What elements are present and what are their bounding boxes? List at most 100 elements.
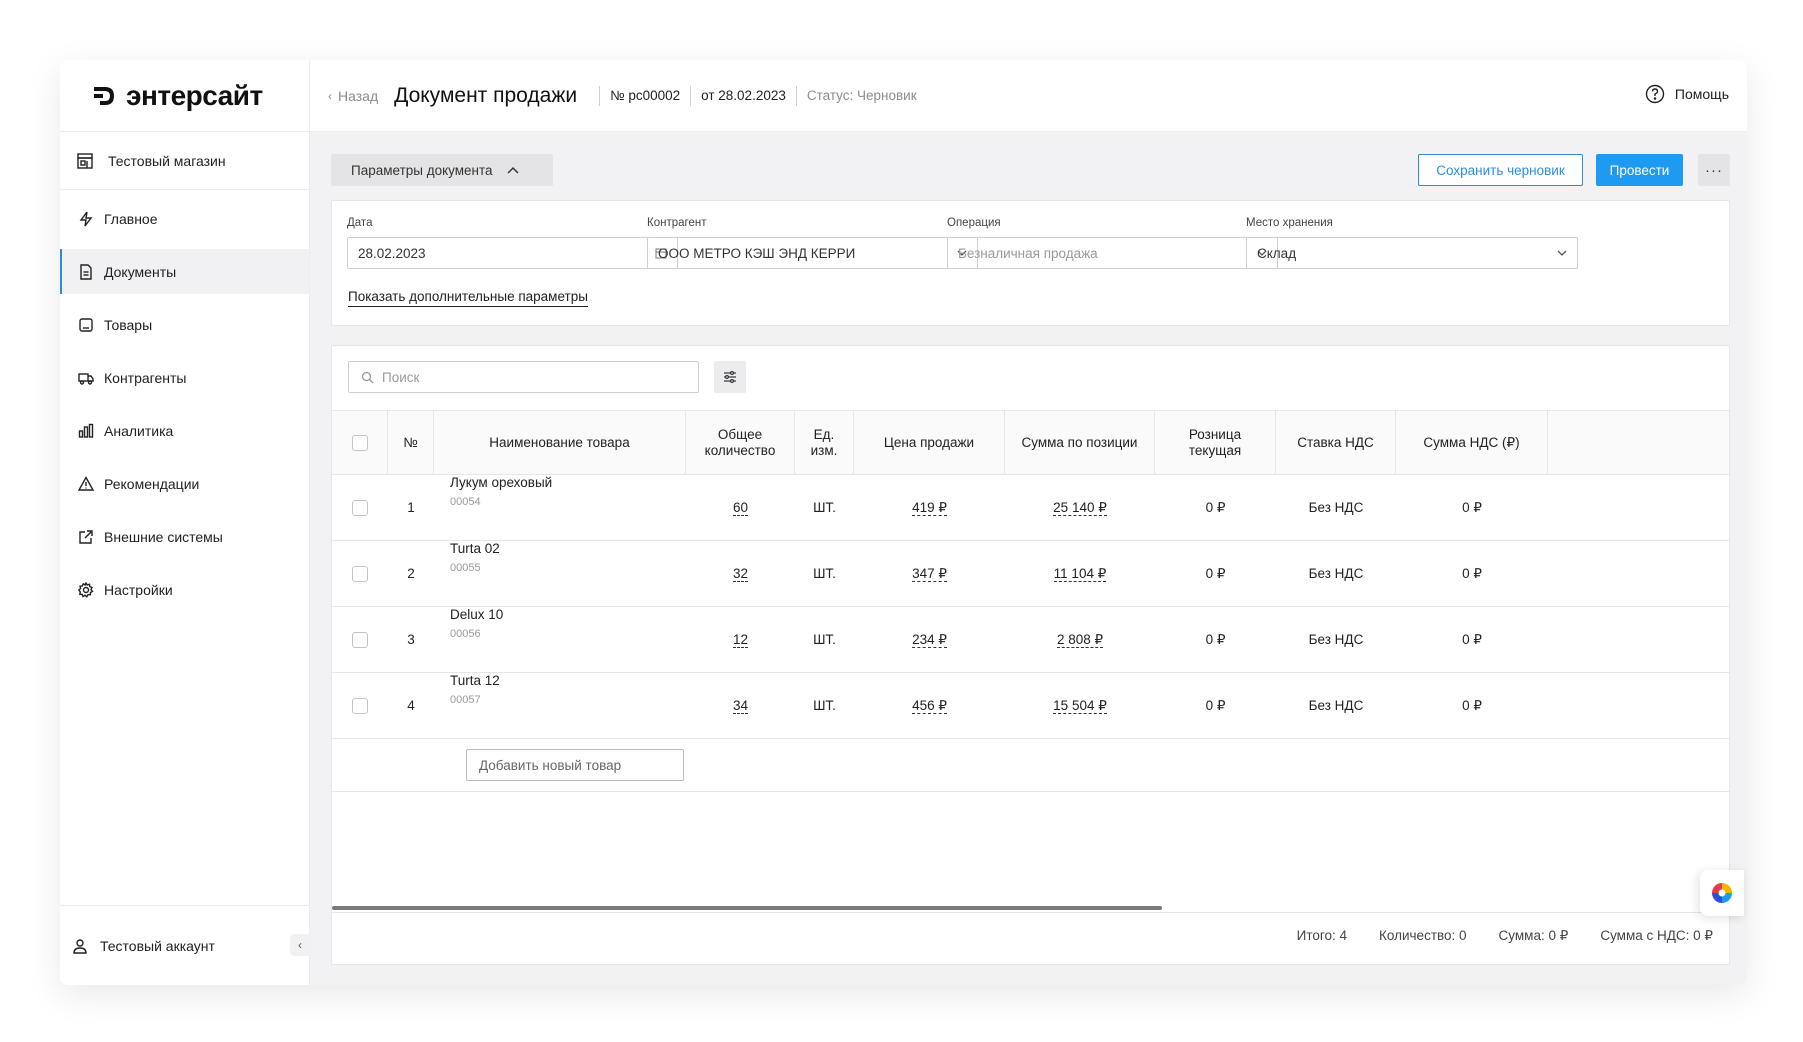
sidebar-item-settings[interactable]: Настройки [60, 567, 309, 612]
sidebar-item-label: Главное [104, 210, 158, 227]
row-sum-cell: 11 104 ₽ [1005, 541, 1155, 606]
column-header-unit: Ед. изм. [795, 411, 854, 474]
row-checkbox[interactable] [352, 697, 368, 714]
table-row[interactable]: 2 Turta 02 00055 32 ШТ. 347 ₽ 11 104 ₽ 0… [332, 541, 1729, 607]
search-input[interactable]: Поиск [348, 361, 699, 393]
post-button[interactable]: Провести [1596, 154, 1683, 186]
product-name: Delux 10 [450, 607, 504, 622]
price-value[interactable]: 234 ₽ [912, 632, 947, 648]
date-label: Дата [347, 217, 373, 229]
sidebar-item-counterparties[interactable]: Контрагенты [60, 355, 309, 400]
row-price-cell: 456 ₽ [854, 673, 1005, 738]
column-header-qty: Общее количество [686, 411, 795, 474]
row-checkbox[interactable] [352, 631, 368, 648]
row-checkbox[interactable] [352, 565, 368, 582]
row-name-cell: Turta 12 00057 [434, 673, 686, 738]
collapse-sidebar-button[interactable]: ‹ [290, 934, 310, 956]
sidebar-item-documents[interactable]: Документы [60, 249, 309, 294]
product-code: 00056 [450, 628, 481, 640]
page-title: Документ продажи [394, 83, 578, 107]
sidebar-item-external-systems[interactable]: Внешние системы [60, 514, 309, 559]
show-more-params-link[interactable]: Показать дополнительные параметры [348, 289, 588, 307]
chevron-left-icon: ‹ [328, 88, 332, 103]
products-table: № Наименование товара Общее количество Е… [332, 410, 1729, 792]
price-value[interactable]: 347 ₽ [912, 566, 947, 582]
select-all-checkbox[interactable] [351, 434, 368, 451]
row-vat-sum: 0 ₽ [1462, 697, 1482, 713]
qty-value[interactable]: 12 [732, 632, 749, 648]
row-name-cell: Delux 10 00056 [434, 607, 686, 672]
sum-value[interactable]: 2 808 ₽ [1056, 632, 1104, 648]
date-input[interactable]: 28.02.2023 [347, 237, 678, 269]
product-icon [79, 317, 93, 332]
sum-value[interactable]: 11 104 ₽ [1053, 566, 1107, 582]
table-header-row: № Наименование товара Общее количество Е… [332, 410, 1729, 475]
sidebar-item-main[interactable]: Главное [60, 196, 309, 241]
counterparty-select[interactable]: ООО МЕТРО КЭШ ЭНД КЕРРИ [647, 237, 978, 269]
storage-label: Место хранения [1246, 217, 1333, 229]
document-number: № рс00002 [610, 88, 681, 103]
row-retail: 0 ₽ [1205, 697, 1226, 713]
back-link[interactable]: ‹ Назад [328, 88, 378, 104]
logo[interactable]: энтерсайт [60, 60, 309, 132]
row-num: 4 [407, 698, 415, 713]
qty-value[interactable]: 34 [732, 698, 749, 714]
total-count: Итого: 4 [1296, 928, 1348, 943]
filter-settings-button[interactable] [714, 361, 746, 393]
account-menu[interactable]: Тестовый аккаунт ‹ [60, 905, 310, 985]
row-vat: Без НДС [1308, 698, 1364, 713]
sidebar-item-analytics[interactable]: Аналитика [60, 408, 309, 453]
help-button[interactable]: Помощь [1645, 84, 1729, 104]
row-retail: 0 ₽ [1205, 565, 1226, 581]
row-retail: 0 ₽ [1205, 499, 1226, 515]
support-widget-button[interactable] [1700, 870, 1744, 916]
gear-icon [78, 581, 94, 598]
search-icon [361, 371, 374, 383]
lightning-icon [79, 211, 93, 226]
operation-field: Операция Безналичная продажа [947, 217, 1278, 269]
row-num: 2 [407, 566, 415, 581]
horizontal-scrollbar[interactable] [332, 905, 1729, 911]
qty-value[interactable]: 60 [732, 500, 749, 516]
date-field: Дата 28.02.2023 [347, 217, 678, 269]
sidebar-item-recommendations[interactable]: Рекомендации [60, 461, 309, 506]
table-row[interactable]: 4 Turta 12 00057 34 ШТ. 456 ₽ 15 504 ₽ 0… [332, 673, 1729, 739]
sidebar-item-products[interactable]: Товары [60, 302, 309, 347]
store-selector[interactable]: Тестовый магазин [60, 132, 309, 190]
sidebar-item-label: Внешние системы [104, 528, 223, 545]
divider [690, 85, 692, 106]
params-toggle-label: Параметры документа [351, 162, 493, 178]
price-value[interactable]: 419 ₽ [912, 500, 947, 516]
table-row[interactable]: 3 Delux 10 00056 12 ШТ. 234 ₽ 2 808 ₽ 0 … [332, 607, 1729, 673]
row-vat: Без НДС [1308, 566, 1364, 581]
add-item-row: Добавить новый товар [332, 739, 1729, 792]
column-header-vat: Ставка НДС [1276, 411, 1396, 474]
sum-value[interactable]: 15 504 ₽ [1053, 698, 1107, 714]
sidebar-nav: Главное Документы Товары Контрагенты Ана… [60, 190, 309, 612]
chevron-left-icon: ‹ [298, 938, 302, 952]
price-value[interactable]: 456 ₽ [912, 698, 947, 714]
row-unit: ШТ. [813, 632, 836, 647]
warning-icon [78, 475, 94, 491]
table-row[interactable]: 1 Лукум ореховый 00054 60 ШТ. 419 ₽ 25 1… [332, 475, 1729, 541]
save-draft-button[interactable]: Сохранить черновик [1418, 154, 1583, 186]
sliders-icon [724, 371, 736, 383]
row-unit: ШТ. [813, 566, 836, 581]
scrollbar-thumb[interactable] [332, 906, 1162, 910]
row-name-cell: Turta 02 00055 [434, 541, 686, 606]
qty-value[interactable]: 32 [732, 566, 749, 582]
add-item-button[interactable]: Добавить новый товар [466, 749, 684, 781]
total-sum-vat: Сумма с НДС: 0 ₽ [1600, 928, 1713, 943]
row-checkbox-cell [332, 673, 388, 738]
counterparty-value: ООО МЕТРО КЭШ ЭНД КЕРРИ [658, 245, 856, 261]
document-params-toggle[interactable]: Параметры документа [331, 154, 553, 186]
operation-select[interactable]: Безналичная продажа [947, 237, 1278, 269]
widget-logo-icon [1712, 883, 1732, 903]
row-price-cell: 234 ₽ [854, 607, 1005, 672]
sum-value[interactable]: 25 140 ₽ [1053, 500, 1107, 516]
document-date: от 28.02.2023 [701, 88, 786, 103]
row-checkbox[interactable] [352, 499, 368, 516]
product-code: 00057 [450, 694, 481, 706]
storage-select[interactable]: Склад [1246, 237, 1578, 269]
more-actions-button[interactable]: ··· [1698, 154, 1730, 186]
